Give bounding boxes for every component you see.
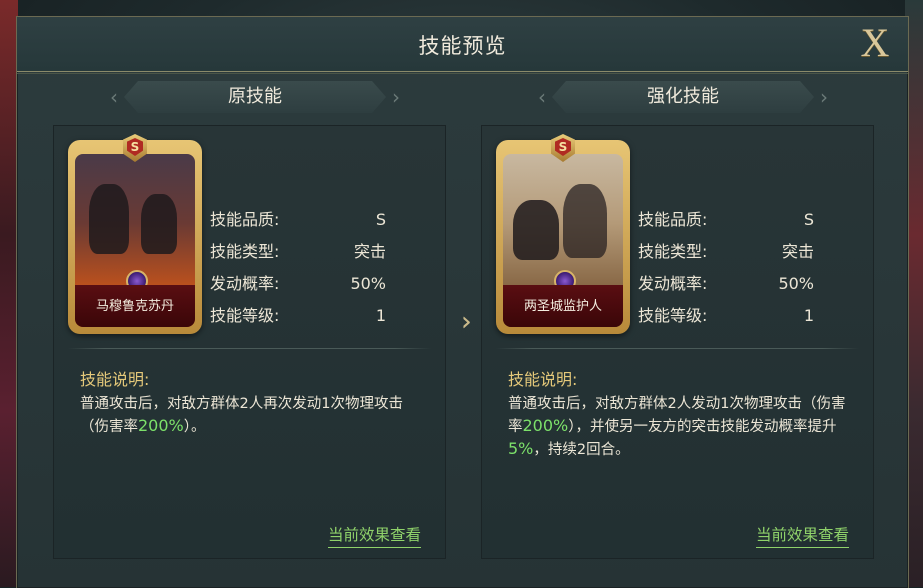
stat-row-level: 技能等级: 1 (638, 306, 814, 325)
chevron-left-icon: ‹ (110, 85, 118, 109)
stat-row-quality: 技能品质: S (210, 210, 386, 229)
stat-row-type: 技能类型: 突击 (638, 242, 814, 261)
enhanced-skill-panel: S 两圣城监护人 技能品质: S 技能类型: 突击 发动概率: 50% 技能等级: 1 … (481, 125, 874, 559)
stat-row-level: 技能等级: 1 (210, 306, 386, 325)
skill-description: 普通攻击后，对敌方群体2人再次发动1次物理攻击（伤害率200%）。 (80, 396, 403, 435)
stat-row-quality: 技能品质: S (638, 210, 814, 229)
skill-preview-dialog: 技能预览 X ‹ 原技能 › ‹ 强化技能 › S 马穆鲁克苏丹 技能品质: S … (16, 16, 909, 588)
chevron-right-icon: › (392, 85, 400, 109)
enhanced-skill-stats: 技能品质: S 技能类型: 突击 发动概率: 50% 技能等级: 1 (638, 204, 814, 332)
enhanced-skill-tag-label: 强化技能 (552, 81, 814, 113)
original-skill-card[interactable]: S 马穆鲁克苏丹 (68, 134, 202, 334)
enhanced-skill-card[interactable]: S 两圣城监护人 (496, 134, 630, 334)
dialog-header: 技能预览 X (17, 17, 908, 74)
divider (68, 348, 431, 349)
stat-row-chance: 发动概率: 50% (638, 274, 814, 293)
original-skill-panel: S 马穆鲁克苏丹 技能品质: S 技能类型: 突击 发动概率: 50% 技能等级: 1 … (53, 125, 446, 559)
divider (496, 348, 859, 349)
skill-desc-title: 技能说明: (80, 370, 150, 389)
original-skill-tag-label: 原技能 (124, 81, 386, 113)
skill-description: 普通攻击后，对敌方群体2人发动1次物理攻击（伤害率200%），并使另一友方的突击… (508, 396, 846, 458)
view-current-effect-link[interactable]: 当前效果查看 (755, 523, 849, 548)
dialog-title: 技能预览 (418, 34, 507, 58)
stat-row-type: 技能类型: 突击 (210, 242, 386, 261)
stat-row-chance: 发动概率: 50% (210, 274, 386, 293)
enhanced-skill-name: 两圣城监护人 (503, 285, 623, 327)
double-chevron-right-icon: ›› (461, 307, 470, 337)
original-skill-stats: 技能品质: S 技能类型: 突击 发动概率: 50% 技能等级: 1 (210, 204, 386, 332)
chevron-right-icon: › (820, 85, 828, 109)
view-current-effect-link[interactable]: 当前效果查看 (327, 523, 421, 548)
chevron-left-icon: ‹ (538, 85, 546, 109)
skill-desc-title: 技能说明: (508, 370, 578, 389)
original-skill-tag: ‹ 原技能 › (110, 81, 400, 113)
close-icon[interactable]: X (856, 23, 894, 63)
original-skill-name: 马穆鲁克苏丹 (75, 285, 195, 327)
enhanced-skill-tag: ‹ 强化技能 › (538, 81, 828, 113)
